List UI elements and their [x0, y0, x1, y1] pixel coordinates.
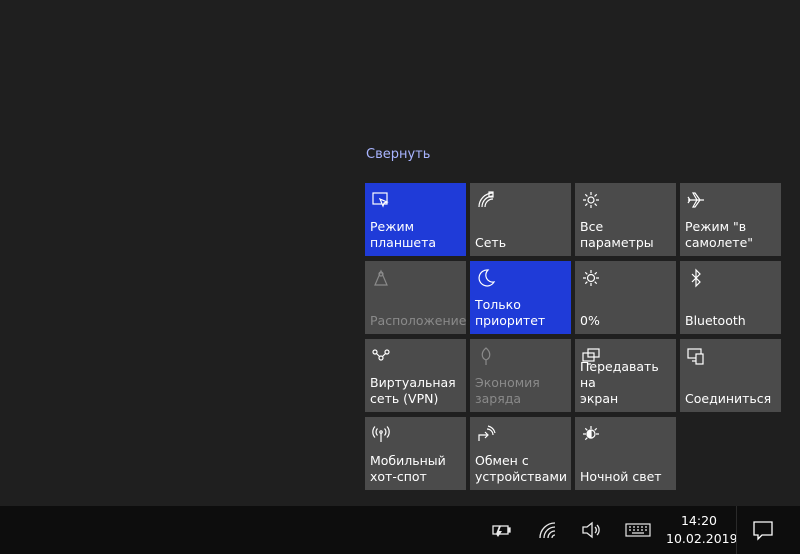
airplane-icon: [686, 190, 706, 210]
tile-label: Сеть: [475, 235, 507, 250]
tile-label: Все параметры: [580, 219, 654, 250]
tile-label: Режим планшета: [370, 219, 437, 250]
tile-mobile-hotspot[interactable]: Мобильный хот-спот: [365, 417, 466, 490]
tile-airplane-mode[interactable]: Режим "в самолете": [680, 183, 781, 256]
tile-nearby-sharing[interactable]: Обмен с устройствами: [470, 417, 571, 490]
quick-actions-grid: Режим планшета Сеть Все параметры Режим …: [365, 183, 785, 493]
tile-tablet-mode[interactable]: Режим планшета: [365, 183, 466, 256]
tile-label: Виртуальная сеть (VPN): [370, 375, 456, 406]
share-icon: [476, 424, 496, 444]
gear-icon: [581, 190, 601, 210]
volume-icon[interactable]: [579, 518, 603, 542]
clock-date: 10.02.2019: [666, 531, 738, 546]
tile-label: Режим "в самолете": [685, 219, 754, 250]
tile-location[interactable]: Расположение: [365, 261, 466, 334]
battery-saver-icon: [476, 346, 496, 366]
tablet-mode-icon: [371, 190, 391, 210]
tile-brightness[interactable]: 0%: [575, 261, 676, 334]
tile-label: Мобильный хот-спот: [370, 453, 446, 484]
tile-label: Только приоритет: [475, 297, 546, 328]
bluetooth-icon: [686, 268, 706, 288]
collapse-link[interactable]: Свернуть: [366, 147, 430, 162]
tile-battery-saver[interactable]: Экономия заряда: [470, 339, 571, 412]
tile-label: Обмен с устройствами: [475, 453, 567, 484]
wifi-icon[interactable]: [535, 518, 559, 542]
tile-connect[interactable]: Соединиться: [680, 339, 781, 412]
tile-label: 0%: [580, 313, 600, 328]
tile-project[interactable]: Передавать на экран: [575, 339, 676, 412]
tile-bluetooth[interactable]: Bluetooth: [680, 261, 781, 334]
battery-icon[interactable]: [489, 518, 513, 542]
tile-label: Экономия заряда: [475, 375, 540, 406]
tile-label: Передавать на экран: [580, 359, 659, 406]
tile-focus-assist[interactable]: Только приоритет: [470, 261, 571, 334]
hotspot-icon: [371, 424, 391, 444]
taskbar: 14:20 10.02.2019: [0, 506, 800, 554]
tile-label: Расположение: [370, 313, 467, 328]
tile-all-settings[interactable]: Все параметры: [575, 183, 676, 256]
notification-icon: [753, 521, 773, 541]
night-light-icon: [581, 424, 601, 444]
action-center-panel: Свернуть Режим планшета Сеть Все парамет…: [0, 0, 800, 506]
tile-label: Соединиться: [685, 391, 772, 406]
tile-label: Ночной свет: [580, 469, 662, 484]
tile-label: Bluetooth: [685, 313, 746, 328]
moon-icon: [476, 268, 496, 288]
clock[interactable]: 14:20 10.02.2019: [666, 512, 738, 548]
location-icon: [371, 268, 391, 288]
network-icon: [476, 190, 496, 210]
tile-night-light[interactable]: Ночной свет: [575, 417, 676, 490]
brightness-icon: [581, 268, 601, 288]
keyboard-icon[interactable]: [624, 518, 652, 542]
tile-vpn[interactable]: Виртуальная сеть (VPN): [365, 339, 466, 412]
connect-icon: [686, 346, 706, 366]
clock-time: 14:20: [680, 513, 718, 528]
tile-network[interactable]: Сеть: [470, 183, 571, 256]
action-center-button[interactable]: [736, 506, 788, 554]
vpn-icon: [371, 346, 391, 366]
